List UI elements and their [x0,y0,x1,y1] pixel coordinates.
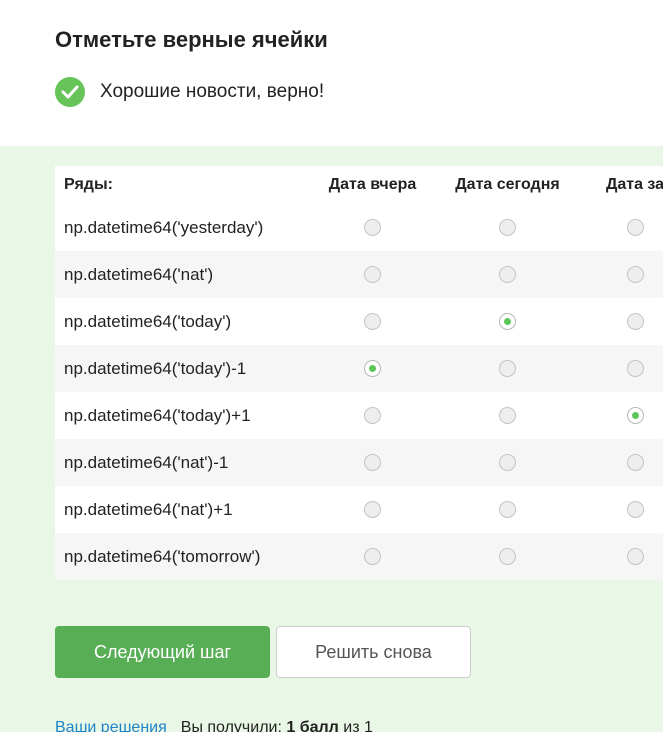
radio-cell [440,533,575,580]
radio-cell [575,392,663,439]
radio-button[interactable] [626,312,644,330]
table-row: np.datetime64('nat')+1 [55,486,663,533]
retry-button[interactable]: Решить снова [276,626,471,678]
table-row: np.datetime64('nat') [55,251,663,298]
radio-cell [440,251,575,298]
column-header: Дата вчера [305,166,440,204]
radio-button[interactable] [626,547,644,565]
table-row: np.datetime64('tomorrow') [55,533,663,580]
radio-cell [440,298,575,345]
radio-cell [305,486,440,533]
radio-cell [575,204,663,251]
row-label: np.datetime64('nat')+1 [55,486,305,533]
radio-cell [305,533,440,580]
radio-button-selected[interactable] [626,406,644,424]
row-label: np.datetime64('today')-1 [55,345,305,392]
score-prefix: Вы получили: [180,719,282,732]
row-label: np.datetime64('nat')-1 [55,439,305,486]
radio-cell [305,345,440,392]
radio-button[interactable] [364,312,381,330]
column-header: Дата за [575,166,663,204]
header: Отметьте верные ячейки Хорошие новости, … [0,0,663,146]
table-row: np.datetime64('today')+1 [55,392,663,439]
score-value: 1 балл [286,719,339,732]
radio-button[interactable] [626,265,644,283]
table-row: np.datetime64('today')-1 [55,345,663,392]
radio-button[interactable] [364,218,381,236]
row-label: np.datetime64('yesterday') [55,204,305,251]
radio-button[interactable] [499,500,516,518]
rows-header: Ряды: [55,166,305,204]
radio-cell [575,345,663,392]
radio-cell [305,392,440,439]
row-label: np.datetime64('today')+1 [55,392,305,439]
check-circle-icon [55,77,85,107]
solutions-link[interactable]: Ваши решения [55,719,167,732]
radio-button[interactable] [499,218,516,236]
radio-cell [305,439,440,486]
radio-button[interactable] [499,265,516,283]
row-label: np.datetime64('nat') [55,251,305,298]
radio-button[interactable] [364,406,381,424]
column-header: Дата сегодня [440,166,575,204]
row-label: np.datetime64('tomorrow') [55,533,305,580]
radio-cell [440,439,575,486]
radio-cell [305,298,440,345]
radio-button[interactable] [626,500,644,518]
radio-button[interactable] [499,359,516,377]
quiz-panel: Ряды: Дата вчера Дата сегодня Дата за np… [0,146,663,732]
score-suffix: из 1 [343,719,373,732]
radio-button[interactable] [499,406,516,424]
radio-button[interactable] [364,500,381,518]
radio-button[interactable] [626,453,644,471]
table-row: np.datetime64('nat')-1 [55,439,663,486]
radio-button-selected[interactable] [499,312,516,330]
result-status: Хорошие новости, верно! [55,77,324,107]
radio-cell [440,204,575,251]
radio-cell [575,486,663,533]
next-step-button[interactable]: Следующий шаг [55,626,270,678]
status-text: Хорошие новости, верно! [100,81,325,102]
radio-button-selected[interactable] [364,359,381,377]
radio-cell [575,251,663,298]
choice-table: Ряды: Дата вчера Дата сегодня Дата за np… [55,166,663,580]
page-title: Отметьте верные ячейки [55,27,328,52]
radio-button[interactable] [364,547,381,565]
table-header-row: Ряды: Дата вчера Дата сегодня Дата за [55,166,663,204]
radio-button[interactable] [364,265,381,283]
radio-button[interactable] [626,359,644,377]
radio-cell [440,486,575,533]
radio-button[interactable] [364,453,381,471]
radio-button[interactable] [499,453,516,471]
radio-cell [305,251,440,298]
radio-button[interactable] [499,547,516,565]
radio-cell [305,204,440,251]
radio-button[interactable] [626,218,644,236]
footer: Ваши решения Вы получили: 1 балл из 1 [55,719,373,732]
table-row: np.datetime64('today') [55,298,663,345]
radio-cell [575,439,663,486]
row-label: np.datetime64('today') [55,298,305,345]
radio-cell [440,392,575,439]
table-row: np.datetime64('yesterday') [55,204,663,251]
radio-cell [575,298,663,345]
radio-cell [575,533,663,580]
radio-cell [440,345,575,392]
